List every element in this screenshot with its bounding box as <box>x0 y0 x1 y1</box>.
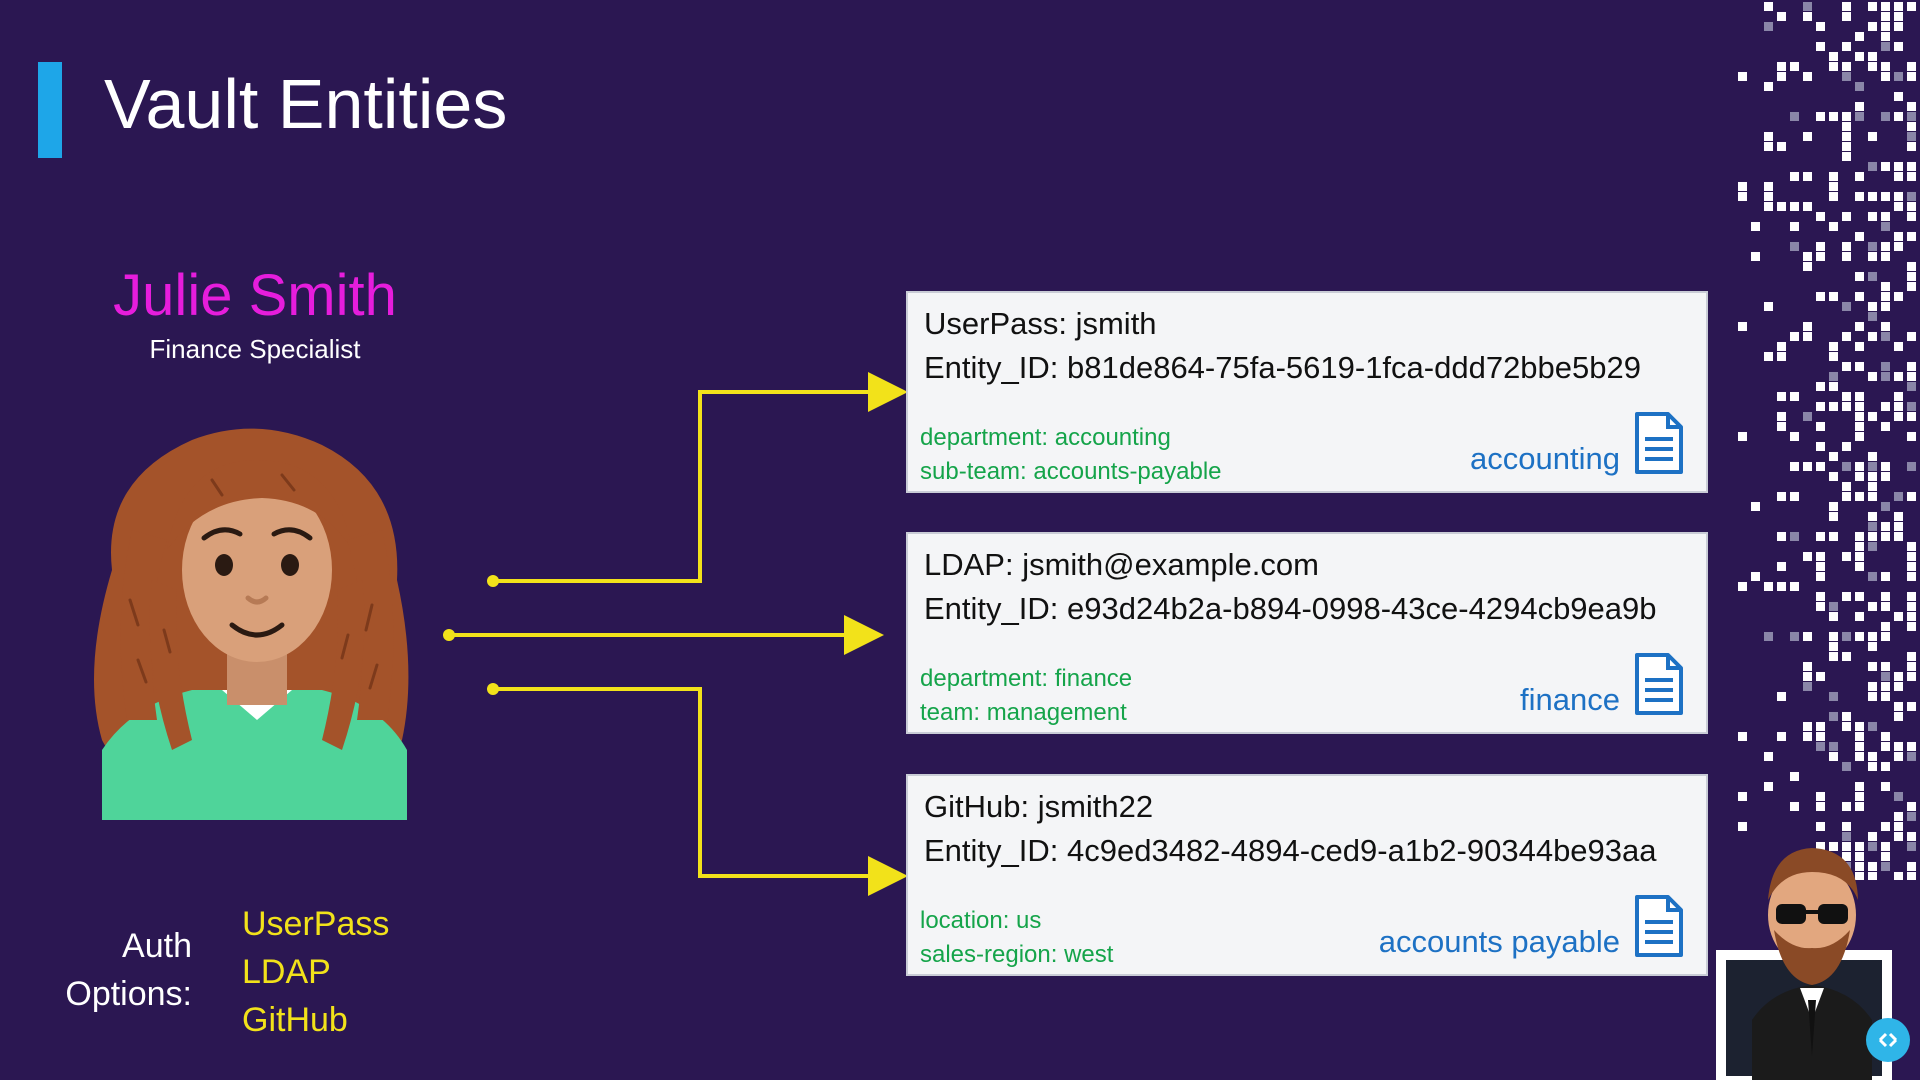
entity-metadata: location: us sales-region: west <box>920 904 1113 972</box>
entity-card-userpass: UserPass: jsmith Entity_ID: b81de864-75f… <box>906 291 1708 493</box>
connector-dot-userpass <box>487 575 499 587</box>
connector-dot-ldap <box>443 629 455 641</box>
decorative-pixel-pattern <box>1738 2 1916 880</box>
policy-label: accounts payable <box>1378 924 1620 959</box>
policy-label: accounting <box>1470 441 1620 476</box>
metadata-line: location: us <box>920 907 1042 934</box>
entity-id: Entity_ID: e93d24b2a-b894-0998-43ce-4294… <box>924 591 1657 626</box>
presenter-illustration <box>1716 848 1910 1080</box>
entity-id: Entity_ID: 4c9ed3482-4894-ced9-a1b2-9034… <box>924 833 1657 868</box>
document-icon <box>1635 653 1683 715</box>
document-icon <box>1635 412 1683 474</box>
metadata-line: team: management <box>920 699 1127 726</box>
entity-metadata: department: accounting sub-team: account… <box>920 421 1222 489</box>
metadata-line: department: finance <box>920 665 1133 692</box>
metadata-line: department: accounting <box>920 424 1171 451</box>
entity-id: Entity_ID: b81de864-75fa-5619-1fca-ddd72… <box>924 350 1641 385</box>
metadata-line: sales-region: west <box>920 941 1114 968</box>
entity-login: LDAP: jsmith@example.com <box>924 547 1319 582</box>
document-icon <box>1635 895 1683 957</box>
metadata-line: sub-team: accounts-payable <box>920 458 1222 485</box>
policy-label: finance <box>1520 682 1620 717</box>
entity-login: GitHub: jsmith22 <box>924 789 1154 824</box>
connector-userpass <box>493 372 908 583</box>
entity-card-ldap: LDAP: jsmith@example.com Entity_ID: e93d… <box>906 532 1708 734</box>
entity-login: UserPass: jsmith <box>924 306 1157 341</box>
entity-metadata: department: finance team: management <box>920 662 1132 730</box>
connector-github <box>493 687 908 896</box>
connector-dot-github <box>487 683 499 695</box>
entity-card-github: GitHub: jsmith22 Entity_ID: 4c9ed3482-48… <box>906 774 1708 976</box>
